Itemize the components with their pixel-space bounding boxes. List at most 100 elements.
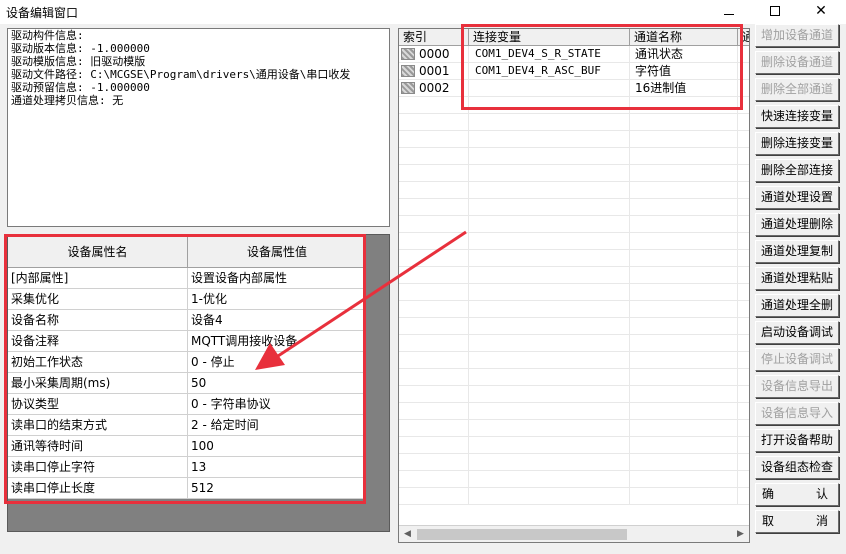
channel-name-header[interactable]: 通道名称 [630,29,738,45]
empty-channel-row [399,199,749,216]
property-name: 设备名称 [8,310,188,330]
property-value[interactable]: 2 - 给定时间 [188,415,366,435]
delete-all-channels-button[interactable]: 删除全部通道 [755,78,839,101]
property-row[interactable]: 读串口停止长度 512 [8,478,366,499]
empty-cell [399,369,469,385]
empty-cell [738,97,749,113]
stop-debug-button[interactable]: 停止设备调试 [755,348,839,371]
property-row[interactable]: 读串口停止字符 13 [8,457,366,478]
empty-cell [399,284,469,300]
property-value[interactable]: MQTT调用接收设备 [188,331,366,351]
empty-cell [738,250,749,266]
empty-cell [630,352,738,368]
channel-row[interactable]: 0000 COM1_DEV4_S_R_STATE 通讯状态 [399,46,749,63]
property-row[interactable]: 设备注释 MQTT调用接收设备 [8,331,366,352]
scroll-thumb[interactable] [417,529,627,540]
empty-cell [738,114,749,130]
property-value[interactable]: 0 - 停止 [188,352,366,372]
empty-cell [738,267,749,283]
index-header[interactable]: 索引 [399,29,469,45]
channel-process-settings-button[interactable]: 通道处理设置 [755,186,839,209]
empty-rows [399,97,749,505]
delete-all-connections-button[interactable]: 删除全部连接 [755,159,839,182]
scroll-right-icon[interactable]: ▶ [732,526,749,542]
delete-connection-button[interactable]: 删除连接变量 [755,132,839,155]
channel-icon [401,65,415,77]
import-info-button[interactable]: 设备信息导入 [755,402,839,425]
delete-channel-button[interactable]: 删除设备通道 [755,51,839,74]
quick-connect-button[interactable]: 快速连接变量 [755,105,839,128]
empty-cell [738,318,749,334]
device-help-button[interactable]: 打开设备帮助 [755,429,839,452]
property-name: [内部属性] [8,268,188,288]
channel-name: 字符值 [630,63,738,79]
empty-cell [630,216,738,232]
empty-channel-row [399,216,749,233]
empty-channel-row [399,114,749,131]
property-value[interactable]: 50 [188,373,366,393]
start-debug-button[interactable]: 启动设备调试 [755,321,839,344]
horizontal-scrollbar[interactable]: ◀ ▶ [399,525,749,542]
channel-icon [401,82,415,94]
property-value[interactable]: 13 [188,457,366,477]
property-row[interactable]: 协议类型 0 - 字符串协议 [8,394,366,415]
channel-process-delete-button[interactable]: 通道处理删除 [755,213,839,236]
more-column-header[interactable]: 通 [738,29,749,45]
empty-cell [469,250,630,266]
close-button[interactable]: ✕ [798,0,844,24]
empty-cell [399,437,469,453]
empty-cell [399,131,469,147]
variable-header[interactable]: 连接变量 [469,29,630,45]
driver-info-box[interactable]: 驱动构件信息: 驱动版本信息: -1.000000 驱动模版信息: 旧驱动模版 … [7,28,390,227]
empty-cell [399,148,469,164]
empty-cell [630,301,738,317]
channel-list[interactable]: 索引 连接变量 通道名称 通 0000 COM1_DEV4_S_R_STATE … [398,28,750,543]
property-value[interactable]: 设置设备内部属性 [188,268,366,288]
property-row[interactable]: 读串口的结束方式 2 - 给定时间 [8,415,366,436]
channel-process-paste-button[interactable]: 通道处理粘贴 [755,267,839,290]
cancel-button[interactable]: 取 消 [755,510,839,533]
channel-variable[interactable]: COM1_DEV4_R_ASC_BUF [469,63,630,79]
channel-row[interactable]: 0002 16进制值 [399,80,749,97]
empty-channel-row [399,284,749,301]
maximize-button[interactable] [752,0,798,24]
property-row[interactable]: 采集优化 1-优化 [8,289,366,310]
property-value[interactable]: 0 - 字符串协议 [188,394,366,414]
property-value[interactable]: 1-优化 [188,289,366,309]
property-value-header[interactable]: 设备属性值 [188,235,366,267]
add-channel-button[interactable]: 增加设备通道 [755,24,839,47]
empty-cell [399,97,469,113]
property-row[interactable]: 设备名称 设备4 [8,310,366,331]
empty-cell [469,335,630,351]
empty-cell [630,148,738,164]
config-check-button[interactable]: 设备组态检查 [755,456,839,479]
channel-row[interactable]: 0001 COM1_DEV4_R_ASC_BUF 字符值 [399,63,749,80]
empty-cell [630,267,738,283]
empty-cell [469,233,630,249]
channel-variable[interactable]: COM1_DEV4_S_R_STATE [469,46,630,62]
property-row[interactable]: 通讯等待时间 100 [8,436,366,457]
empty-cell [399,233,469,249]
property-table-header: 设备属性名 设备属性值 [8,235,366,268]
info-line: 驱动预留信息: -1.000000 [11,81,150,94]
channel-variable[interactable] [469,80,630,96]
property-name-header[interactable]: 设备属性名 [8,235,188,267]
channel-index: 0002 [419,81,450,95]
empty-cell [469,165,630,181]
minimize-button[interactable] [706,0,752,24]
scroll-left-icon[interactable]: ◀ [399,526,416,542]
property-value[interactable]: 设备4 [188,310,366,330]
empty-channel-row [399,318,749,335]
property-value[interactable]: 100 [188,436,366,456]
empty-cell [738,284,749,300]
channel-process-copy-button[interactable]: 通道处理复制 [755,240,839,263]
channel-process-delete-all-button[interactable]: 通道处理全删 [755,294,839,317]
property-row[interactable]: [内部属性] 设置设备内部属性 [8,268,366,289]
empty-cell [738,420,749,436]
confirm-button[interactable]: 确 认 [755,483,839,506]
property-row[interactable]: 初始工作状态 0 - 停止 [8,352,366,373]
property-value[interactable]: 512 [188,478,366,498]
export-info-button[interactable]: 设备信息导出 [755,375,839,398]
property-row[interactable]: 最小采集周期(ms) 50 [8,373,366,394]
property-name: 设备注释 [8,331,188,351]
